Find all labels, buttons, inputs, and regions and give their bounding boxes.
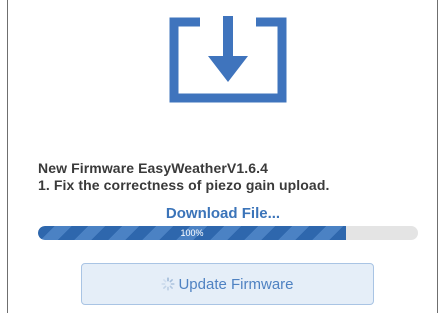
download-progress-percent: 100% (180, 228, 204, 238)
download-tray-icon (169, 16, 287, 103)
loading-spinner-icon (161, 277, 176, 291)
firmware-version-title: New Firmware EasyWeatherV1.6.4 (38, 160, 268, 176)
download-status-label: Download File... (165, 205, 281, 222)
download-progress-bar: 100% (38, 226, 418, 240)
update-firmware-label: Update Firmware (178, 275, 294, 293)
firmware-release-note: 1. Fix the correctness of piezo gain upl… (38, 177, 330, 193)
update-firmware-button[interactable]: Update Firmware (81, 263, 374, 305)
